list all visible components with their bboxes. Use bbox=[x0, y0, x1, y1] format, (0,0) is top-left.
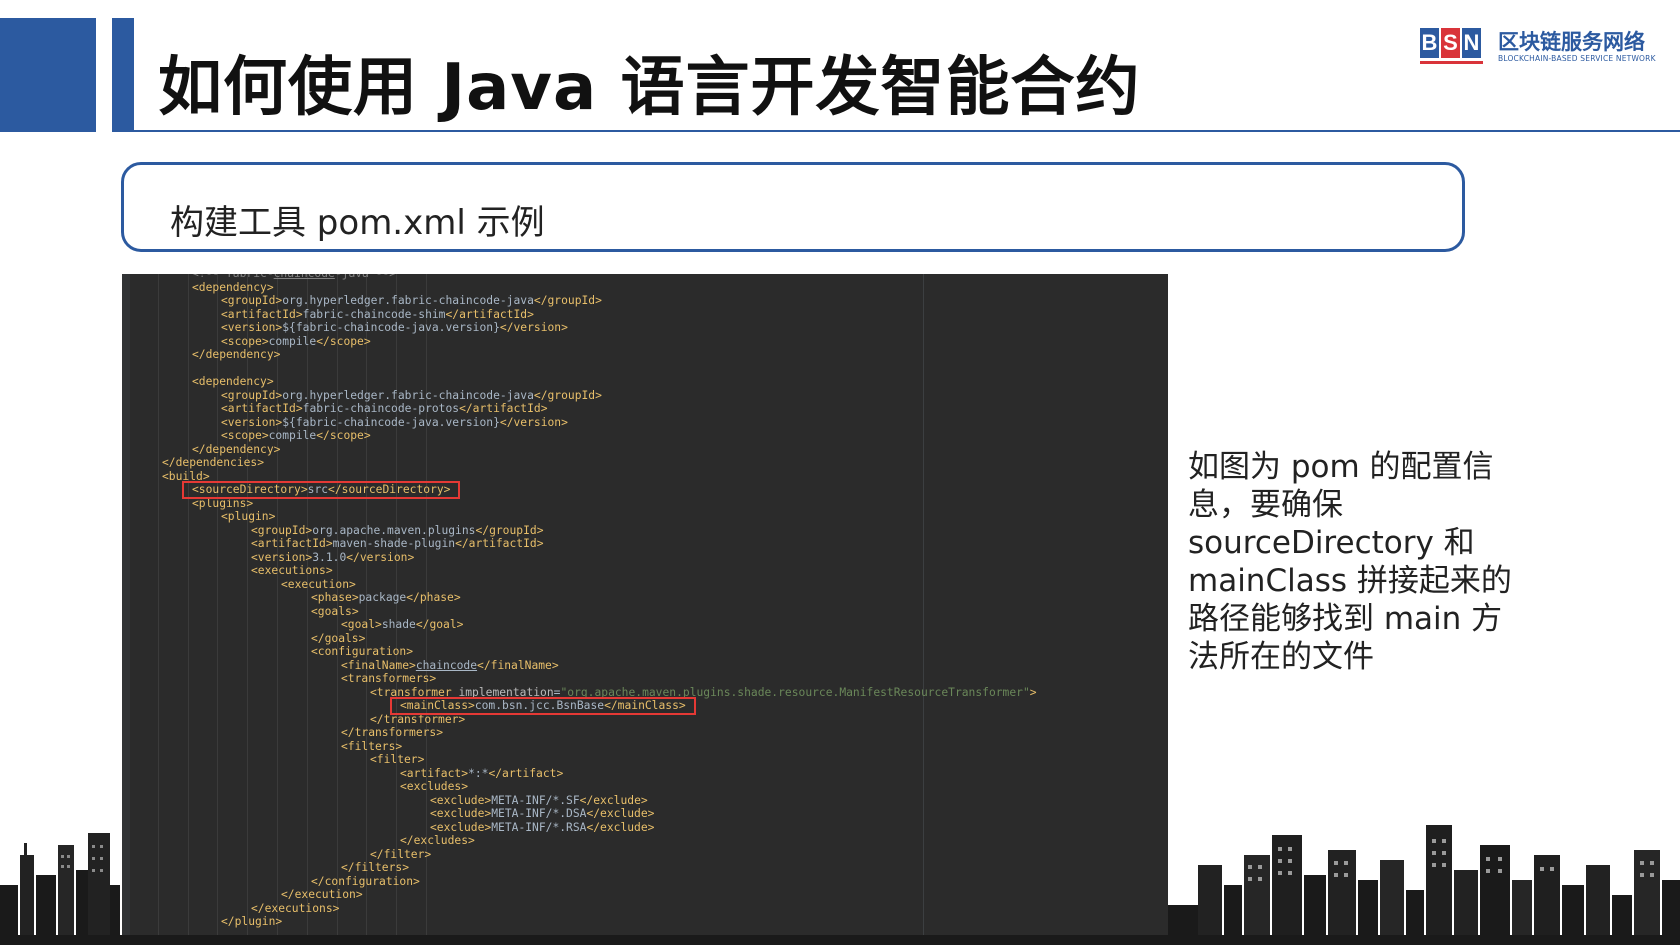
code-line: <dependency> bbox=[192, 375, 274, 388]
code-line: <groupId>org.hyperledger.fabric-chaincod… bbox=[221, 388, 602, 402]
code-line: <phase>package</phase> bbox=[311, 591, 461, 604]
code-line: </executions> bbox=[251, 901, 340, 915]
code-line: <version>${fabric-chaincode-java.version… bbox=[221, 321, 568, 334]
code-line: </transformers> bbox=[341, 726, 444, 739]
code-line: </execution> bbox=[281, 888, 363, 901]
code-line: <groupId>org.hyperledger.fabric-chaincod… bbox=[221, 294, 602, 307]
code-line: <exclude>META-INF/*.SF</exclude> bbox=[430, 793, 648, 807]
subtitle-text: 构建工具 pom.xml 示例 bbox=[170, 203, 545, 243]
code-line: </configuration> bbox=[311, 874, 420, 888]
code-line: </filters> bbox=[341, 861, 410, 874]
code-line: <exclude>META-INF/*.RSA</exclude> bbox=[430, 820, 655, 834]
code-line: <version>${fabric-chaincode-java.version… bbox=[221, 415, 568, 429]
logo-name-en: BLOCKCHAIN-BASED SERVICE NETWORK bbox=[1498, 54, 1656, 63]
skyline-ground bbox=[0, 935, 1680, 945]
subtitle-box: 构建工具 pom.xml 示例 bbox=[121, 162, 1465, 252]
code-line: <scope>compile</scope> bbox=[221, 334, 371, 348]
code-line: <artifactId>fabric-chaincode-protos</art… bbox=[221, 402, 548, 415]
city-skyline-left bbox=[0, 833, 120, 945]
code-editor: <!-- fabric-chaincode-java --><dependenc… bbox=[122, 274, 1168, 935]
slide-title: 如何使用 Java 语言开发智能合约 bbox=[158, 51, 1141, 125]
code-line: <plugin> bbox=[221, 510, 276, 523]
code-line: </plugin> bbox=[221, 915, 283, 928]
code-line: <finalName>chaincode</finalName> bbox=[341, 658, 559, 672]
logo-name-cn: 区块链服务网络 bbox=[1498, 30, 1645, 54]
code-line: <artifactId>fabric-chaincode-shim</artif… bbox=[221, 307, 534, 321]
code-line: <goal>shade</goal> bbox=[341, 618, 464, 631]
code-line: <scope>compile</scope> bbox=[221, 429, 371, 442]
code-line: </goals> bbox=[311, 631, 366, 645]
code-line: <execution> bbox=[281, 577, 356, 591]
logo-letter-n: N bbox=[1462, 28, 1481, 58]
logo-letter-b: B bbox=[1420, 28, 1439, 58]
code-line: </dependencies> bbox=[162, 456, 265, 469]
code-line: <goals> bbox=[311, 604, 359, 618]
highlight-source-directory bbox=[182, 481, 460, 499]
city-skyline-right bbox=[1168, 825, 1680, 945]
code-line: <transformers> bbox=[341, 672, 437, 685]
bsn-logo: B S N 区块链服务网络 BLOCKCHAIN-BASED SERVICE N… bbox=[1420, 28, 1670, 68]
code-line: </filter> bbox=[370, 847, 432, 861]
code-listing: <!-- fabric-chaincode-java --><dependenc… bbox=[132, 274, 1037, 929]
code-line: <executions> bbox=[251, 564, 333, 577]
header-accent-bar bbox=[112, 18, 134, 132]
code-line: <dependency> bbox=[192, 280, 274, 294]
code-line: </dependency> bbox=[192, 348, 281, 361]
code-line: <configuration> bbox=[311, 645, 414, 658]
code-line: <groupId>org.apache.maven.plugins</group… bbox=[251, 523, 544, 537]
code-line: </excludes> bbox=[400, 834, 475, 847]
header-accent-block bbox=[0, 18, 96, 132]
logo-underline bbox=[1420, 61, 1483, 64]
code-line: <artifact>*:*</artifact> bbox=[400, 766, 564, 780]
code-line: <version>3.1.0</version> bbox=[251, 550, 415, 564]
code-line: <filters> bbox=[341, 739, 403, 753]
code-line: <plugins> bbox=[192, 496, 254, 510]
code-line: <excludes> bbox=[400, 780, 469, 793]
code-line: <filter> bbox=[370, 753, 425, 766]
highlight-main-class bbox=[390, 697, 696, 715]
code-line: <artifactId>maven-shade-plugin</artifact… bbox=[251, 537, 544, 550]
header-divider bbox=[134, 130, 1680, 132]
editor-gutter bbox=[122, 274, 130, 935]
code-line: <exclude>META-INF/*.DSA</exclude> bbox=[430, 807, 655, 820]
explanation-text: 如图为 pom 的配置信 息，要确保 sourceDirectory 和 mai… bbox=[1188, 449, 1512, 675]
logo-letter-s: S bbox=[1441, 28, 1460, 58]
code-line: </dependency> bbox=[192, 442, 281, 456]
code-line: </transformer> bbox=[370, 712, 466, 726]
